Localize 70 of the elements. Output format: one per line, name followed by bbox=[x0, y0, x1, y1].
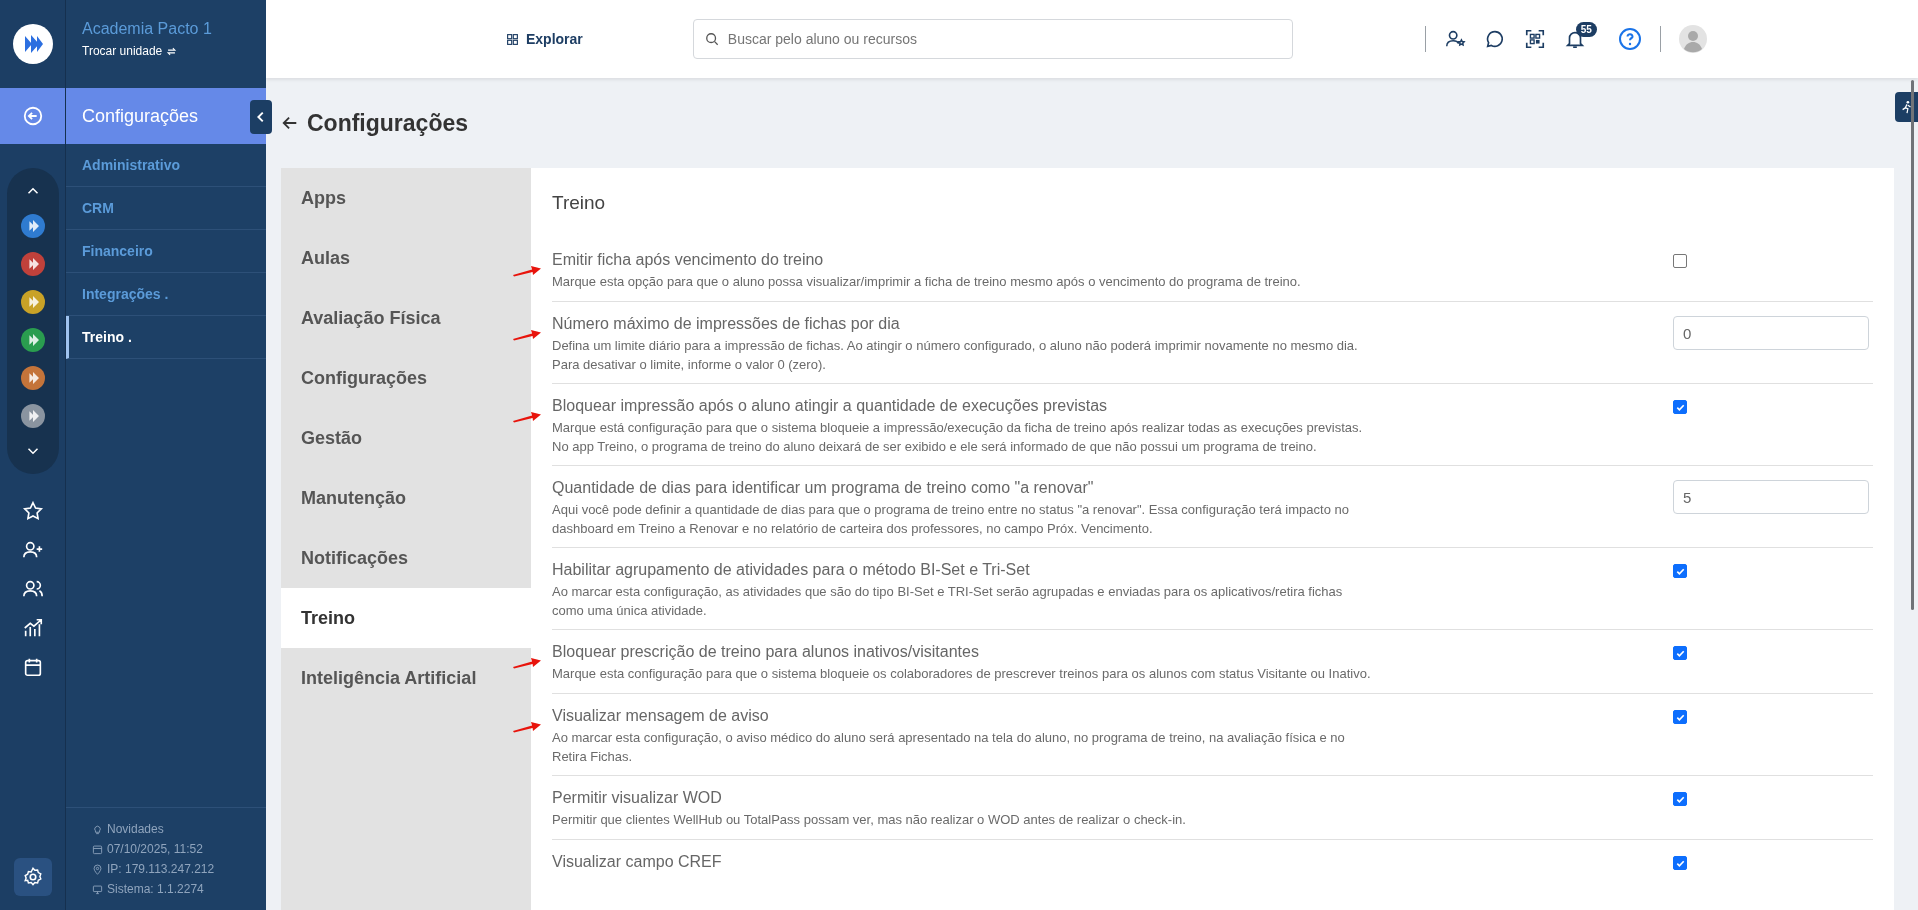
collapse-button[interactable] bbox=[250, 100, 272, 134]
checkbox[interactable] bbox=[1673, 646, 1687, 660]
setting-description: Aqui você pode definir a quantidade de dias para que o programa de treino entre no status "a renovar". Essa configuração terá impacto no dashboard em Treino a Renovar e no relatório de carteira dos professores, no campo Próx. Vencimento. bbox=[552, 501, 1350, 538]
tab[interactable]: Avaliação Física bbox=[281, 288, 531, 348]
tab[interactable]: Configurações bbox=[281, 348, 531, 408]
switch-unit-link[interactable]: Trocar unidade bbox=[82, 44, 178, 58]
module-icon[interactable] bbox=[20, 252, 45, 276]
footer-text: 07/10/2025, 11:52 bbox=[107, 842, 203, 856]
star-icon[interactable] bbox=[21, 500, 44, 522]
unit-name: Academia Pacto 1 bbox=[82, 20, 213, 38]
checkbox[interactable] bbox=[1673, 564, 1687, 578]
setting-title: Número máximo de impressões de fichas por dia bbox=[552, 315, 901, 333]
setting-description: Marque está configuração para que o sistema bloqueie a impressão/execução da ficha de treino após realizar todas as execuções previstas. No app Treino, o programa de treino do aluno deixará de ser exibido e ele será informado de que não possui um programa de treino. bbox=[552, 419, 1364, 456]
setting-description: Ao marcar esta configuração, o aviso médico do aluno será apresentado na tela do aluno, no programa de treino, na avaliação física e no Retira Fichas. bbox=[552, 729, 1346, 766]
checkbox[interactable] bbox=[1673, 710, 1687, 724]
tab[interactable]: Gestão bbox=[281, 408, 531, 468]
setting-description: Permitir que clientes WellHub ou TotalPass possam ver, mas não realizar o WOD antes de realizar o check-in. bbox=[552, 811, 1187, 829]
number-field[interactable]: 0 bbox=[1673, 316, 1869, 350]
tab[interactable]: Inteligência Artificial bbox=[281, 648, 531, 708]
module-icon[interactable] bbox=[20, 366, 45, 390]
tab[interactable]: Manutenção bbox=[281, 468, 531, 528]
monitor-icon bbox=[92, 883, 103, 895]
setting-title: Bloquear prescrição de treino para alunos inativos/visitantes bbox=[552, 643, 980, 661]
scrollbar[interactable] bbox=[1911, 80, 1914, 610]
setting-description: Marque esta configuração para que o sistema bloqueie os colaboradores de prescrever treinos para os alunos com status Visitante ou Inativo. bbox=[552, 665, 1372, 683]
tab[interactable]: Notificações bbox=[281, 528, 531, 588]
module-icon[interactable] bbox=[20, 214, 45, 238]
tab[interactable]: Treino bbox=[281, 588, 531, 648]
number-field[interactable]: 5 bbox=[1673, 480, 1869, 514]
location-pin-icon bbox=[92, 863, 103, 875]
settings-icon bbox=[21, 866, 44, 888]
checkbox[interactable] bbox=[1673, 400, 1687, 414]
back-arrow-icon[interactable] bbox=[281, 114, 299, 132]
checkbox[interactable] bbox=[1673, 254, 1687, 268]
module-icon[interactable] bbox=[20, 290, 45, 314]
section-title: Treino bbox=[552, 191, 607, 215]
section-title: Configurações bbox=[82, 105, 199, 127]
footer-text: IP: 179.113.247.212 bbox=[107, 862, 215, 876]
tab[interactable]: Aulas bbox=[281, 228, 531, 288]
settings-button[interactable] bbox=[13, 858, 52, 896]
search-field[interactable]: Buscar pelo aluno ou recursos bbox=[692, 19, 1293, 59]
footer-text: Sistema: 1.1.2274 bbox=[107, 882, 204, 896]
setting-description: Ao marcar esta configuração, as atividades que são do tipo BI-Set e TRI-Set serão agrupadas e enviadas para os aplicativos/retira fichas como uma única atividade. bbox=[552, 583, 1344, 620]
lightbulb-icon bbox=[92, 823, 103, 835]
setting-title: Bloquear impressão após o aluno atingir a quantidade de execuções previstas bbox=[552, 397, 1109, 415]
setting-title: Habilitar agrupamento de atividades para o método BI-Set e Tri-Set bbox=[552, 561, 1031, 579]
page-title: Configurações bbox=[307, 109, 469, 137]
tab[interactable]: Apps bbox=[281, 168, 531, 228]
setting-title: Visualizar campo CREF bbox=[552, 853, 723, 871]
help-icon[interactable] bbox=[1617, 27, 1642, 51]
notification-count: 55 bbox=[1575, 22, 1597, 37]
setting-title: Quantidade de dias para identificar um programa de treino como "a renovar" bbox=[552, 479, 1095, 497]
setting-description: Marque esta opção para que o aluno possa visualizar/imprimir a ficha de treino mesmo após o vencimento do programa de treino. bbox=[552, 273, 1302, 291]
setting-title: Visualizar mensagem de aviso bbox=[552, 707, 770, 725]
footer-text: Novidades bbox=[107, 822, 164, 836]
qr-code-icon[interactable] bbox=[1523, 28, 1546, 50]
checkbox[interactable] bbox=[1673, 792, 1687, 806]
swap-icon bbox=[166, 45, 178, 57]
setting-title: Permitir visualizar WOD bbox=[552, 789, 723, 807]
setting-title: Emitir ficha após vencimento do treino bbox=[552, 251, 825, 269]
back-icon[interactable] bbox=[21, 105, 44, 127]
setting-description: Defina um limite diário para a impressão de fichas. Ao atingir o número configurado, o aluno não poderá imprimir novamente no mesmo dia. Para desativar o limite, informe o valor 0 (zero). bbox=[552, 337, 1359, 374]
module-icon[interactable] bbox=[20, 404, 45, 428]
logo-icon[interactable] bbox=[12, 24, 53, 64]
chart-icon[interactable] bbox=[21, 617, 44, 639]
module-icon[interactable] bbox=[20, 328, 45, 352]
checkbox[interactable] bbox=[1673, 856, 1687, 870]
explore-link[interactable]: Explorar bbox=[506, 31, 583, 47]
grid-icon bbox=[506, 32, 519, 46]
calendar-icon bbox=[92, 843, 103, 855]
